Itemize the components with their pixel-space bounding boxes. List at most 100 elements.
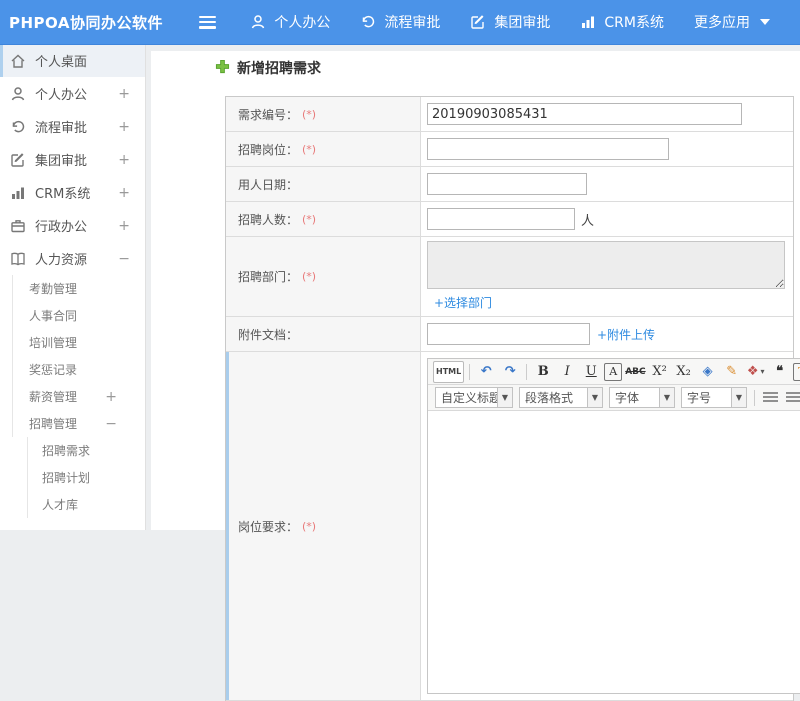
eraser-button[interactable]: ◈ xyxy=(697,361,719,383)
user-icon xyxy=(10,86,26,102)
field-label-text: 附件文档： xyxy=(238,327,299,342)
font-size-select-value: 字号 xyxy=(687,391,712,405)
strikethrough-button[interactable]: ABC xyxy=(624,361,646,383)
recruit-position-input[interactable] xyxy=(427,138,669,160)
field-label-recruit-position: 招聘岗位： (*) xyxy=(226,132,421,166)
menu-icon[interactable] xyxy=(198,15,217,29)
field-input-cell-position-requirement: HTML↶↷BIUAABCX²X₂◈✎❖▾❝TA▾ab自定义标题▼段落格式▼字体… xyxy=(421,352,800,700)
sidebar-item-group-approval[interactable]: 集团审批 + xyxy=(0,143,145,176)
form-row-recruit-department: 招聘部门： (*) +选择部门 xyxy=(226,237,793,317)
chevron-down-icon[interactable]: ▼ xyxy=(659,388,674,407)
font-family-select[interactable]: 字体 ▼ xyxy=(609,387,675,408)
expand-plus-icon[interactable]: + xyxy=(118,120,130,134)
sidebar-item-personal-office[interactable]: 个人办公 + xyxy=(0,77,145,110)
sidebar-item-crm-system[interactable]: CRM系统 + xyxy=(0,176,145,209)
field-label-demand-number: 需求编号： (*) xyxy=(226,97,421,131)
field-label-text: 需求编号： xyxy=(238,107,299,122)
sidebar-item-talent-pool[interactable]: 人才库 xyxy=(27,491,145,518)
page-title: 新增招聘需求 xyxy=(237,61,321,77)
align-center-button[interactable] xyxy=(786,391,800,404)
field-label-text: 招聘人数： xyxy=(238,212,299,227)
chevron-down-icon[interactable]: ▼ xyxy=(497,388,512,407)
sidebar-item-personnel-contract[interactable]: 人事合同 xyxy=(12,302,145,329)
nav-personal-office[interactable]: 个人办公 xyxy=(250,12,330,32)
chevron-down-icon[interactable]: ▼ xyxy=(587,388,602,407)
expand-plus-icon[interactable]: + xyxy=(118,153,130,167)
home-icon xyxy=(10,53,26,69)
sidebar-item-admin-office[interactable]: 行政办公 + xyxy=(0,209,145,242)
field-input-cell-recruit-count: 人 xyxy=(421,202,793,236)
redo-button[interactable]: ↷ xyxy=(499,361,521,383)
app-logo: PHPOA协同办公软件 xyxy=(9,13,163,32)
paragraph-format-select[interactable]: 段落格式 ▼ xyxy=(519,387,603,408)
page-title-row: 新增招聘需求 xyxy=(215,58,321,78)
attachment-doc-upload-link[interactable]: +附件上传 xyxy=(597,326,655,343)
italic-button[interactable]: I xyxy=(556,361,578,383)
richtext-editor: HTML↶↷BIUAABCX²X₂◈✎❖▾❝TA▾ab自定义标题▼段落格式▼字体… xyxy=(427,358,800,694)
expand-plus-icon[interactable]: + xyxy=(118,219,130,233)
field-label-text: 用人日期： xyxy=(238,177,299,192)
bordered-text-button[interactable]: A xyxy=(604,362,623,381)
nav-group-approval[interactable]: 集团审批 xyxy=(470,12,550,32)
sidebar-item-reward-punishment[interactable]: 奖惩记录 xyxy=(12,356,145,383)
sidebar-item-recruit-mgmt[interactable]: 招聘管理 − xyxy=(12,410,145,437)
required-marker: (*) xyxy=(302,107,317,121)
font-size-select[interactable]: 字号 ▼ xyxy=(681,387,747,408)
form-row-demand-number: 需求编号： (*) xyxy=(226,97,793,132)
subscript-button[interactable]: X₂ xyxy=(673,361,695,383)
sidebar-item-human-resources-label: 人力资源 xyxy=(35,253,88,268)
sidebar-item-training-mgmt[interactable]: 培训管理 xyxy=(12,329,145,356)
undo-button[interactable]: ↶ xyxy=(475,361,497,383)
chart-icon xyxy=(10,185,26,201)
sidebar-item-reward-punishment-label: 奖惩记录 xyxy=(29,363,78,377)
sidebar-item-recruit-demand[interactable]: 招聘需求 xyxy=(27,437,145,464)
sidebar-item-salary-mgmt-label: 薪资管理 xyxy=(29,390,78,404)
nav-more-apps[interactable]: 更多应用 xyxy=(694,12,770,32)
collapse-minus-icon[interactable]: − xyxy=(105,417,117,431)
toolbar-separator xyxy=(754,389,755,406)
expand-plus-icon[interactable]: + xyxy=(105,390,117,404)
book-icon xyxy=(10,251,26,267)
recruit-count-input[interactable] xyxy=(427,208,575,230)
attachment-doc-input[interactable] xyxy=(427,323,590,345)
chevron-down-icon[interactable] xyxy=(760,19,770,25)
auto-typeset-button[interactable]: ❖ ▾ xyxy=(745,361,767,383)
bold-button[interactable]: B xyxy=(532,361,554,383)
main-panel: 新增招聘需求 需求编号：(*)招聘岗位：(*) 用人日期： 招聘人数： (*) 人招聘部… xyxy=(151,51,800,701)
add-plus-icon xyxy=(215,59,230,78)
nav-crm-system[interactable]: CRM系统 xyxy=(580,12,664,32)
chevron-down-icon: ▾ xyxy=(760,367,765,376)
expand-plus-icon[interactable]: + xyxy=(118,186,130,200)
format-brush-button[interactable]: ✎ xyxy=(721,361,743,383)
user-icon xyxy=(250,14,266,30)
workflow-icon xyxy=(10,119,26,135)
expand-plus-icon[interactable]: + xyxy=(118,87,130,101)
nav-workflow-approval-label: 流程审批 xyxy=(384,15,441,31)
sidebar-item-attendance-mgmt[interactable]: 考勤管理 xyxy=(12,275,145,302)
paste-button[interactable]: T xyxy=(792,362,800,381)
custom-title-select[interactable]: 自定义标题 ▼ xyxy=(435,387,513,408)
superscript-button[interactable]: X² xyxy=(649,361,671,383)
sidebar-item-personnel-contract-label: 人事合同 xyxy=(29,309,78,323)
sidebar-item-human-resources[interactable]: 人力资源 − xyxy=(0,242,145,275)
demand-number-input[interactable] xyxy=(427,103,742,125)
collapse-minus-icon[interactable]: − xyxy=(118,252,130,266)
employment-date-input[interactable] xyxy=(427,173,587,195)
html-source-button[interactable]: HTML xyxy=(433,360,465,383)
recruit-department-textarea[interactable] xyxy=(427,241,785,289)
sidebar-item-attendance-mgmt-label: 考勤管理 xyxy=(29,282,78,296)
sidebar-item-salary-mgmt[interactable]: 薪资管理 + xyxy=(12,383,145,410)
form-row-employment-date: 用人日期： xyxy=(226,167,793,202)
recruit-department-select-link[interactable]: +选择部门 xyxy=(434,294,492,311)
form-row-recruit-position: 招聘岗位： (*) xyxy=(226,132,793,167)
sidebar-item-workflow-approval[interactable]: 流程审批 + xyxy=(0,110,145,143)
align-left-button[interactable] xyxy=(763,391,778,404)
custom-title-select-value: 自定义标题 xyxy=(441,391,497,405)
nav-workflow-approval[interactable]: 流程审批 xyxy=(360,12,440,32)
sidebar-item-personal-desktop[interactable]: 个人桌面 xyxy=(0,44,145,77)
blockquote-button[interactable]: ❝ xyxy=(769,361,791,383)
underline-button[interactable]: U xyxy=(580,361,602,383)
editor-content-area[interactable] xyxy=(428,411,800,693)
chevron-down-icon[interactable]: ▼ xyxy=(731,388,746,407)
sidebar-item-recruit-plan[interactable]: 招聘计划 xyxy=(27,464,145,491)
